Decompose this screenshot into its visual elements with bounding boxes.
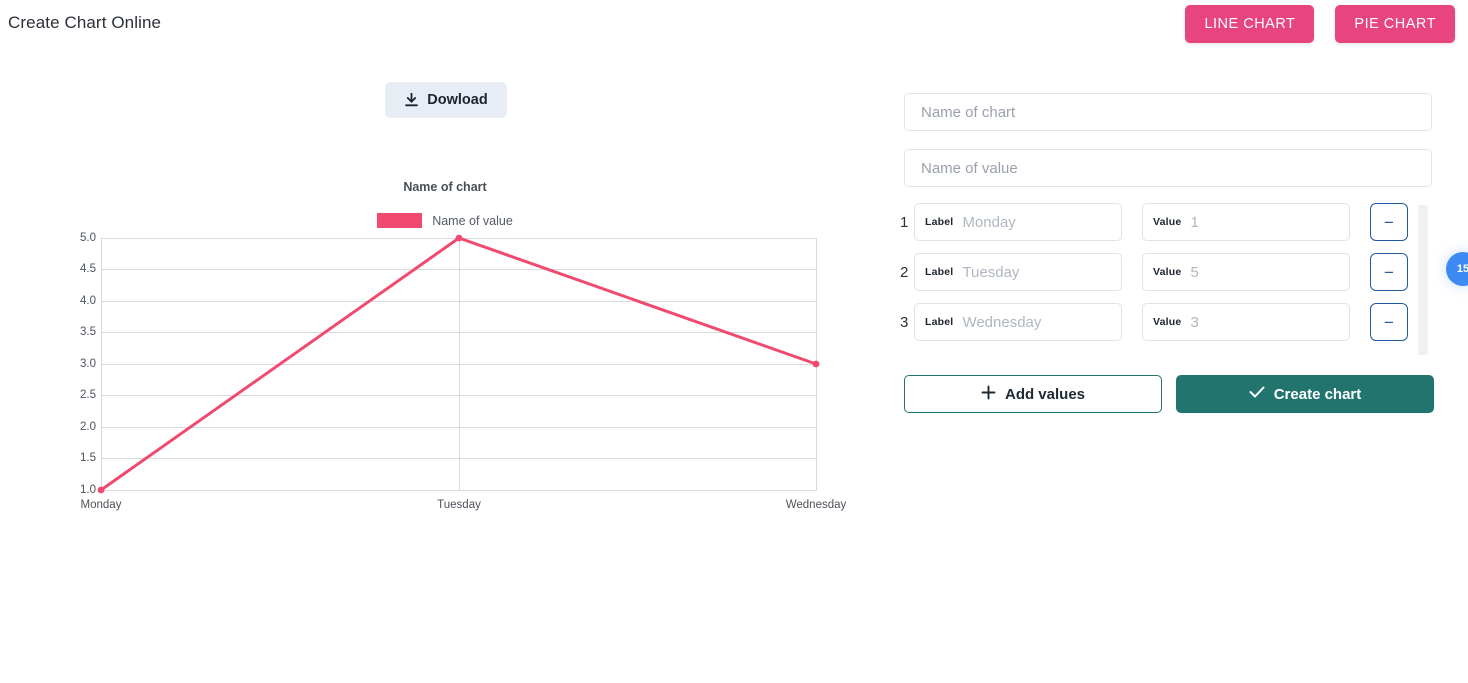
row-value-input[interactable] [1190,263,1339,281]
chart-plot-area: 5.0 4.5 4.0 3.5 3.0 2.5 2.0 1.5 1.0 Mond… [0,48,890,683]
row-value-input[interactable] [1190,213,1339,231]
row-value-caption: Value [1153,266,1182,278]
add-values-button[interactable]: Add values [904,375,1162,413]
chart-name-input[interactable] [904,93,1432,131]
remove-row-button[interactable]: − [1370,203,1408,241]
row-index: 2 [900,263,909,281]
remove-row-button[interactable]: − [1370,253,1408,291]
row-label-input[interactable] [962,313,1111,331]
x-tick-label: Tuesday [437,499,481,511]
row-label-field[interactable]: Label [914,203,1122,241]
header-actions: LINE CHART PIE CHART [1185,5,1455,43]
row-label-caption: Label [925,216,954,228]
page-title: Create Chart Online [8,13,162,32]
plus-icon [981,385,996,404]
rows-scrollbar[interactable] [1418,205,1428,355]
row-value-field[interactable]: Value [1142,253,1350,291]
create-chart-label: Create chart [1273,385,1362,403]
value-name-input[interactable] [904,149,1432,187]
create-chart-button[interactable]: Create chart [1176,375,1434,413]
row-label-input[interactable] [962,213,1111,231]
add-values-label: Add values [1004,385,1086,403]
chart-svg [97,234,820,494]
row-value-field[interactable]: Value [1142,303,1350,341]
row-value-caption: Value [1153,216,1182,228]
x-tick-label: Monday [80,499,122,511]
form-panel: 1 Label Value − 2 Label Value − [890,48,1468,683]
row-label-field[interactable]: Label [914,253,1122,291]
form-actions: Add values Create chart [904,375,1434,413]
table-row: 1 Label Value − [890,203,1430,241]
row-label-caption: Label [925,266,954,278]
row-label-input[interactable] [962,263,1111,281]
line-chart-button[interactable]: LINE CHART [1185,5,1315,43]
x-tick-label: Wednesday [785,499,847,511]
table-row: 2 Label Value − [890,253,1430,291]
row-value-field[interactable]: Value [1142,203,1350,241]
row-index: 1 [900,213,909,231]
remove-row-button[interactable]: − [1370,303,1408,341]
row-value-caption: Value [1153,316,1182,328]
rows-scrollbar-thumb[interactable] [1418,205,1428,355]
check-icon [1249,385,1265,403]
row-value-input[interactable] [1190,313,1339,331]
value-rows-list: 1 Label Value − 2 Label Value − [890,203,1430,401]
table-row: 3 Label Value − [890,303,1430,341]
row-label-field[interactable]: Label [914,303,1122,341]
app-header: Create Chart Online LINE CHART PIE CHART [0,0,1468,48]
chart-panel: Dowload Name of chart Name of value 5.0 … [0,48,890,683]
pie-chart-button[interactable]: PIE CHART [1335,5,1455,43]
row-index: 3 [900,313,909,331]
row-label-caption: Label [925,316,954,328]
